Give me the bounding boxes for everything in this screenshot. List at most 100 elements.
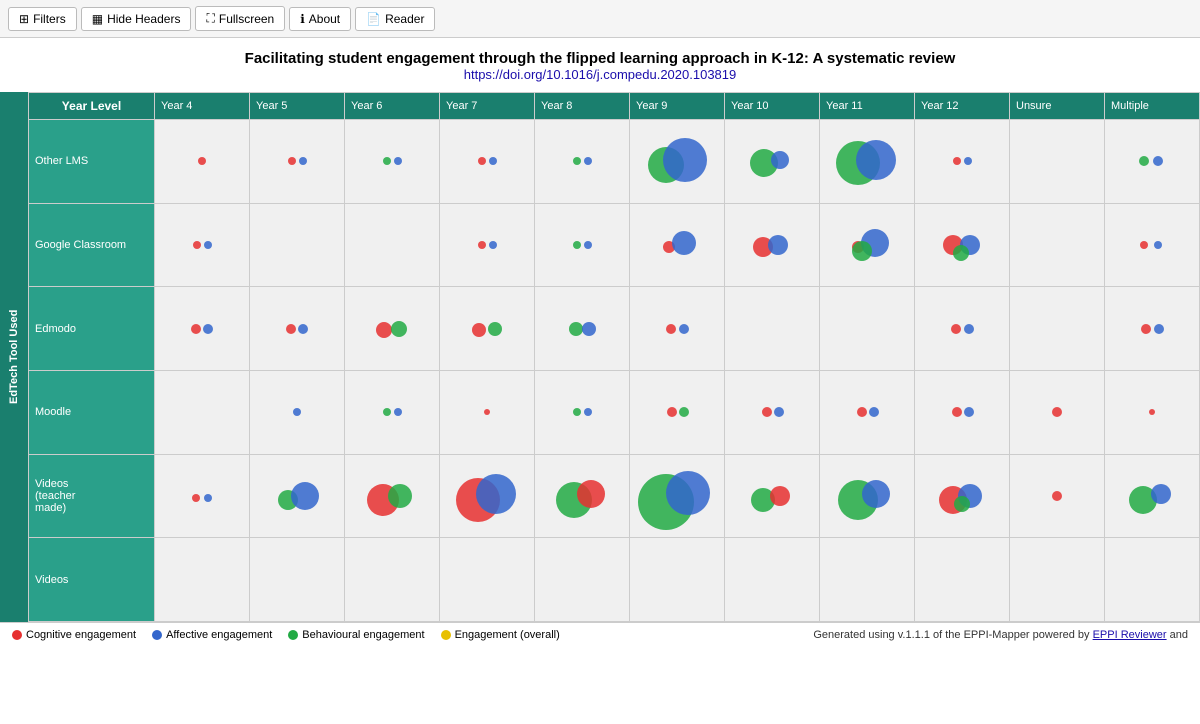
about-label: About [309, 12, 340, 26]
cell-r2-c9 [1010, 287, 1105, 371]
affective-dot [152, 630, 162, 640]
cell-r5-c5 [630, 538, 725, 622]
cell-r0-c4 [535, 120, 630, 204]
bubble [774, 407, 784, 417]
cell-r1-c9 [1010, 203, 1105, 287]
eppi-link[interactable]: EPPI Reviewer [1093, 629, 1167, 641]
bubble [191, 324, 201, 334]
cell-r3-c2 [345, 370, 440, 454]
cell-r5-c0 [155, 538, 250, 622]
table-row: Videos [29, 538, 1200, 622]
cell-r5-c10 [1105, 538, 1200, 622]
overall-dot [441, 630, 451, 640]
main-content: EdTech Tool Used Year Level Year 4 Year … [0, 92, 1200, 622]
row-label-5: Videos [29, 538, 155, 622]
legend-overall: Engagement (overall) [441, 629, 560, 641]
bubble [584, 157, 592, 165]
cell-r2-c4 [535, 287, 630, 371]
cell-r4-c6 [725, 454, 820, 538]
bubble [856, 140, 896, 180]
bubble [1154, 324, 1164, 334]
bubble [952, 407, 962, 417]
hide-headers-icon: ▦ [92, 12, 103, 26]
cell-r2-c5 [630, 287, 725, 371]
cell-r0-c6 [725, 120, 820, 204]
bubble [291, 482, 319, 510]
bubble [1153, 156, 1163, 166]
cell-r3-c1 [250, 370, 345, 454]
cognitive-dot [12, 630, 22, 640]
cell-r0-c3 [440, 120, 535, 204]
bubble [203, 324, 213, 334]
cell-r4-c1 [250, 454, 345, 538]
generated-text: Generated using v.1.1.1 of the EPPI-Mapp… [813, 629, 1092, 641]
cell-r1-c2 [345, 203, 440, 287]
legend: Cognitive engagement Affective engagemen… [0, 622, 1200, 647]
cell-r3-c8 [915, 370, 1010, 454]
row-label-4: Videos (teacher made) [29, 454, 155, 538]
col-header-year5: Year 5 [250, 93, 345, 120]
bubble [204, 494, 212, 502]
bubble [573, 241, 581, 249]
doi-link[interactable]: https://doi.org/10.1016/j.compedu.2020.1… [464, 67, 737, 82]
bubble [679, 407, 689, 417]
behavioural-label: Behavioural engagement [302, 629, 424, 641]
col-header-unsure: Unsure [1010, 93, 1105, 120]
bubble [288, 157, 296, 165]
row-label-3: Moodle [29, 370, 155, 454]
bubble [383, 408, 391, 416]
bubble [489, 241, 497, 249]
reader-button[interactable]: 📄 Reader [355, 7, 435, 31]
cell-r4-c0 [155, 454, 250, 538]
cell-r5-c2 [345, 538, 440, 622]
filters-label: Filters [33, 12, 66, 26]
hide-headers-button[interactable]: ▦ Hide Headers [81, 7, 192, 31]
bubble [394, 157, 402, 165]
bubble [666, 471, 710, 515]
cell-r0-c5 [630, 120, 725, 204]
cell-r2-c10 [1105, 287, 1200, 371]
cell-r1-c10 [1105, 203, 1200, 287]
bubble [584, 408, 592, 416]
behavioural-dot [288, 630, 298, 640]
bubble [663, 138, 707, 182]
bubble [1151, 484, 1171, 504]
cell-r5-c8 [915, 538, 1010, 622]
bubble [584, 241, 592, 249]
cell-r2-c3 [440, 287, 535, 371]
bubble [771, 151, 789, 169]
cell-r1-c8 [915, 203, 1010, 287]
cell-r4-c2 [345, 454, 440, 538]
bubble [1139, 156, 1149, 166]
bubble [577, 480, 605, 508]
cell-r2-c1 [250, 287, 345, 371]
title-area: Facilitating student engagement through … [0, 38, 1200, 92]
bubble [672, 231, 696, 255]
cell-r0-c7 [820, 120, 915, 204]
bubble [299, 157, 307, 165]
filters-button[interactable]: ⊞ Filters [8, 7, 77, 31]
fullscreen-icon: ⛶ [206, 11, 214, 26]
fullscreen-button[interactable]: ⛶ Fullscreen [195, 6, 285, 31]
bubble [1149, 409, 1155, 415]
about-button[interactable]: ℹ About [289, 7, 351, 31]
cell-r5-c9 [1010, 538, 1105, 622]
table-wrapper[interactable]: Year Level Year 4 Year 5 Year 6 Year 7 Y… [28, 92, 1200, 622]
bubble [388, 484, 412, 508]
bubble [964, 157, 972, 165]
col-header-year8: Year 8 [535, 93, 630, 120]
cell-r3-c5 [630, 370, 725, 454]
bubble [869, 407, 879, 417]
bubble [1154, 241, 1162, 249]
bubble-grid: Year Level Year 4 Year 5 Year 6 Year 7 Y… [28, 92, 1200, 622]
cell-r1-c7 [820, 203, 915, 287]
col-header-year11: Year 11 [820, 93, 915, 120]
col-header-year9: Year 9 [630, 93, 725, 120]
cell-r0-c0 [155, 120, 250, 204]
cell-r5-c4 [535, 538, 630, 622]
cell-r2-c8 [915, 287, 1010, 371]
cell-r4-c5 [630, 454, 725, 538]
page-title: Facilitating student engagement through … [20, 50, 1180, 67]
table-row: Videos (teacher made) [29, 454, 1200, 538]
legend-cognitive: Cognitive engagement [12, 629, 136, 641]
